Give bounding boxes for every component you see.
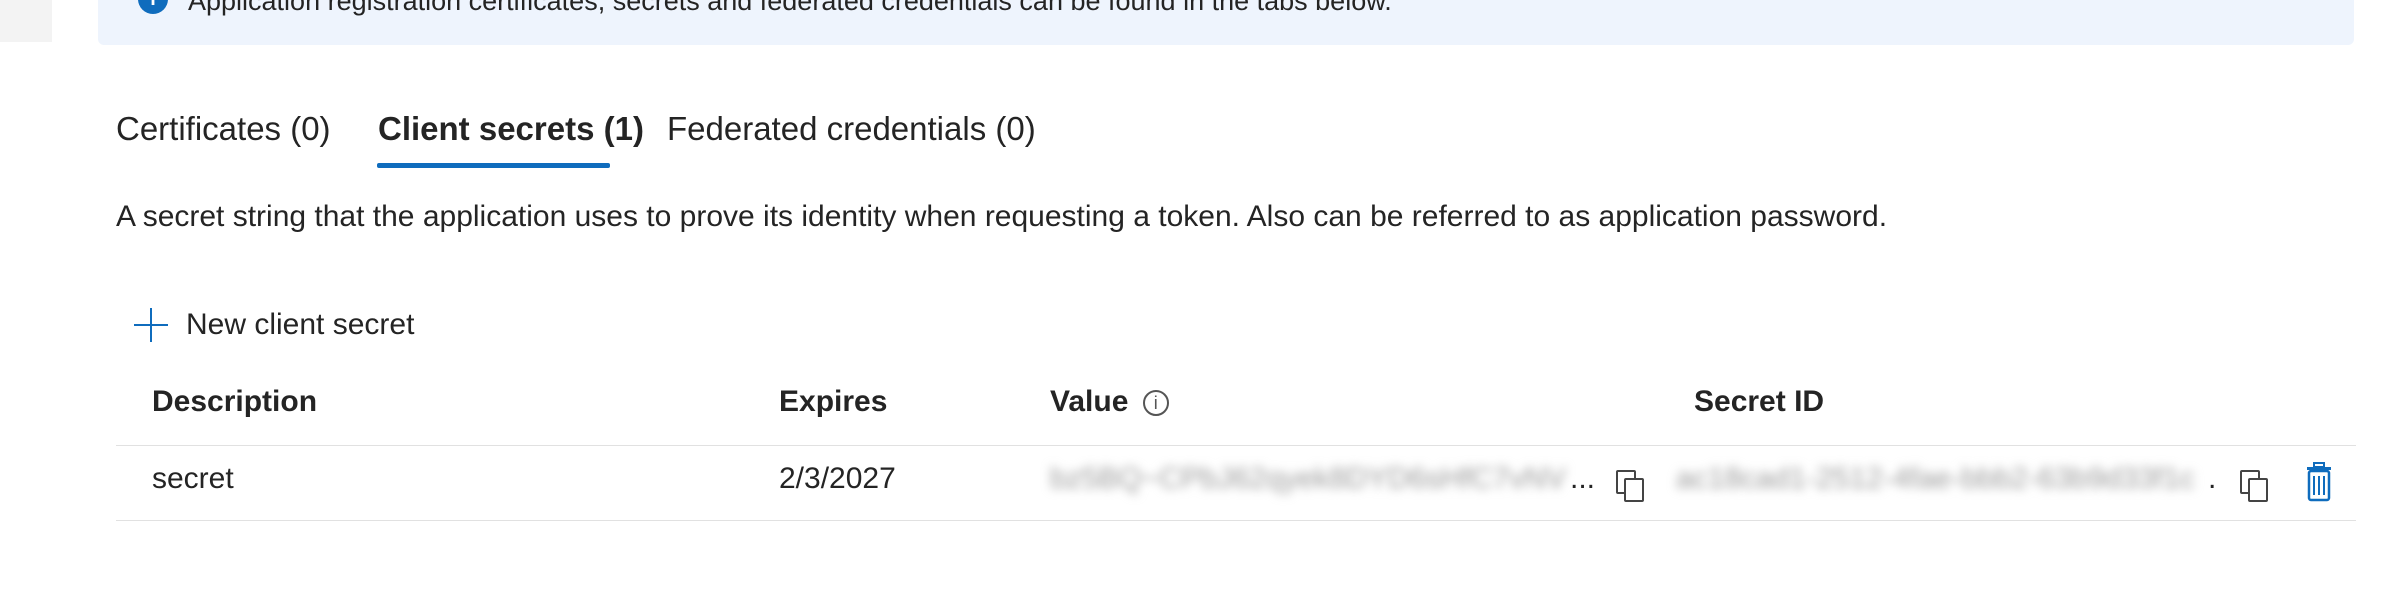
value-info-icon[interactable]: i: [1142, 390, 1169, 417]
column-header-expires: Expires: [779, 385, 888, 418]
new-client-secret-button[interactable]: New client secret: [132, 302, 414, 348]
column-header-value-label: Value: [1050, 385, 1129, 418]
header-divider: [116, 445, 2356, 446]
secret-value-cell: bz5BQ~CPbJ62qyek8DYD6sHfC7vNVkB: [1050, 462, 1565, 495]
tab-federated-credentials[interactable]: Federated credentials (0): [667, 110, 1036, 162]
column-header-secret-id: Secret ID: [1694, 385, 1825, 418]
plus-icon: [132, 306, 170, 344]
app-registration-certificates-secrets: i Application registration certificates,…: [0, 0, 2382, 592]
tab-client-secrets[interactable]: Client secrets (1): [378, 110, 644, 162]
secret-id-cell: ac18cad1-2512-4fae-bbb2-63b9d33f1c: [1676, 462, 2195, 495]
tab-certificates[interactable]: Certificates (0): [116, 110, 331, 162]
new-client-secret-label: New client secret: [186, 308, 415, 341]
secret-expires-cell: 2/3/2027: [779, 462, 896, 495]
copy-secret-id-icon[interactable]: [2240, 470, 2268, 502]
secret-description-cell: secret: [152, 462, 234, 495]
delete-icon[interactable]: [2304, 462, 2334, 502]
secret-id-ellipsis: .: [2208, 462, 2217, 495]
client-secrets-description: A secret string that the application use…: [116, 200, 1888, 233]
row-divider: [116, 520, 2356, 521]
copy-value-icon[interactable]: [1616, 470, 1644, 502]
left-nav-strip: [0, 0, 52, 42]
column-header-value: Value i: [1050, 385, 1169, 419]
active-tab-indicator: [377, 163, 610, 168]
secret-value-ellipsis: ...: [1570, 462, 1596, 495]
info-banner-text: Application registration certificates, s…: [188, 0, 1392, 16]
column-header-description: Description: [152, 385, 318, 418]
